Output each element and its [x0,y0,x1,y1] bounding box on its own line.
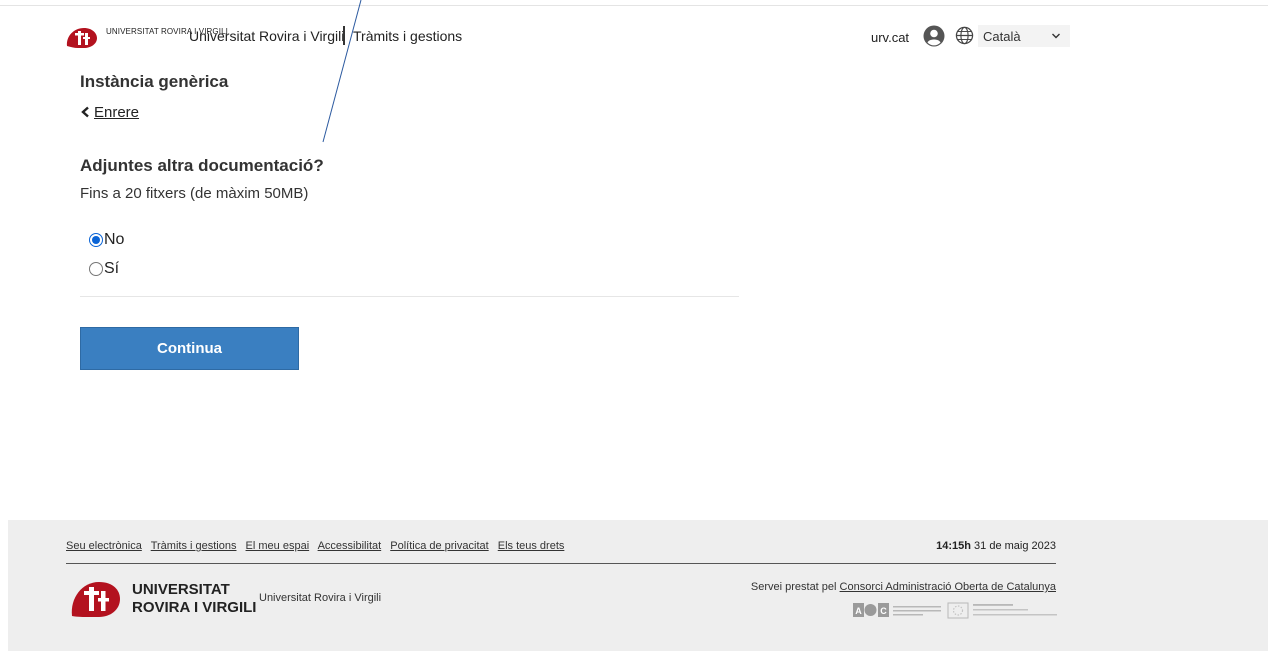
footer-rule [66,563,1056,564]
option-yes-label: Sí [104,260,120,277]
footer-link-seu[interactable]: Seu electrònica [66,540,142,552]
globe-icon [955,26,974,45]
user-account-icon[interactable] [923,25,945,47]
urv-logo-icon[interactable] [64,24,100,50]
back-link[interactable]: Enrere [80,104,139,121]
footer-link-privacitat[interactable]: Política de privacitat [390,540,488,552]
back-link-label: Enrere [94,104,140,121]
urv-cat-link[interactable]: urv.cat [871,30,909,45]
continue-button[interactable]: Continua [80,327,299,370]
chevron-down-icon [1052,33,1060,39]
footer-link-drets[interactable]: Els teus drets [498,540,565,552]
language-select[interactable]: Català [978,25,1070,47]
eu-flag-icon [947,602,1057,619]
form-divider [80,296,739,297]
header-title[interactable]: Universitat Rovira i Virgili [189,28,344,44]
chevron-left-icon [81,106,89,118]
footer-links: Seu electrònica Tràmits i gestions El me… [66,540,570,552]
footer-time: 14:15h [936,540,971,552]
option-yes[interactable]: Sí [89,260,119,278]
radio-no[interactable] [89,233,103,247]
language-select-value: Català [983,29,1021,44]
footer-university-name: Universitat Rovira i Virgili [132,581,257,616]
top-rule [0,5,1268,6]
urv-footer-logo-icon[interactable] [68,576,124,622]
footer-badges: A C [853,602,1057,619]
question-heading: Adjuntes altra documentació? [80,156,324,175]
footer-service-link[interactable]: Consorci Administració Oberta de Catalun… [840,581,1056,593]
radio-yes[interactable] [89,262,103,276]
footer-datetime: 14:15h 31 de maig 2023 [936,540,1056,552]
site-footer: Seu electrònica Tràmits i gestions El me… [8,520,1268,651]
footer-university-small: Universitat Rovira i Virgili [259,592,382,604]
page-title: Instància genèrica [80,72,229,91]
footer-link-tramits[interactable]: Tràmits i gestions [151,540,237,552]
aoc-letter-c: C [880,606,887,616]
aoc-letter-a: A [855,606,862,616]
header-separator [343,26,345,45]
footer-service: Servei prestat pel Consorci Administraci… [751,581,1056,593]
header-section[interactable]: Tràmits i gestions [353,28,462,44]
option-no-label: No [104,231,125,248]
question-hint: Fins a 20 fitxers (de màxim 50MB) [80,185,309,202]
option-no[interactable]: No [89,231,124,249]
footer-service-prefix: Servei prestat pel [750,581,837,593]
aoc-logo-icon: A C [853,603,941,617]
footer-link-espai[interactable]: El meu espai [246,540,310,552]
site-header: Universitat Rovira i Virgili Universitat… [64,24,1074,50]
footer-link-accessibilitat[interactable]: Accessibilitat [318,540,382,552]
footer-date: 31 de maig 2023 [974,540,1056,552]
